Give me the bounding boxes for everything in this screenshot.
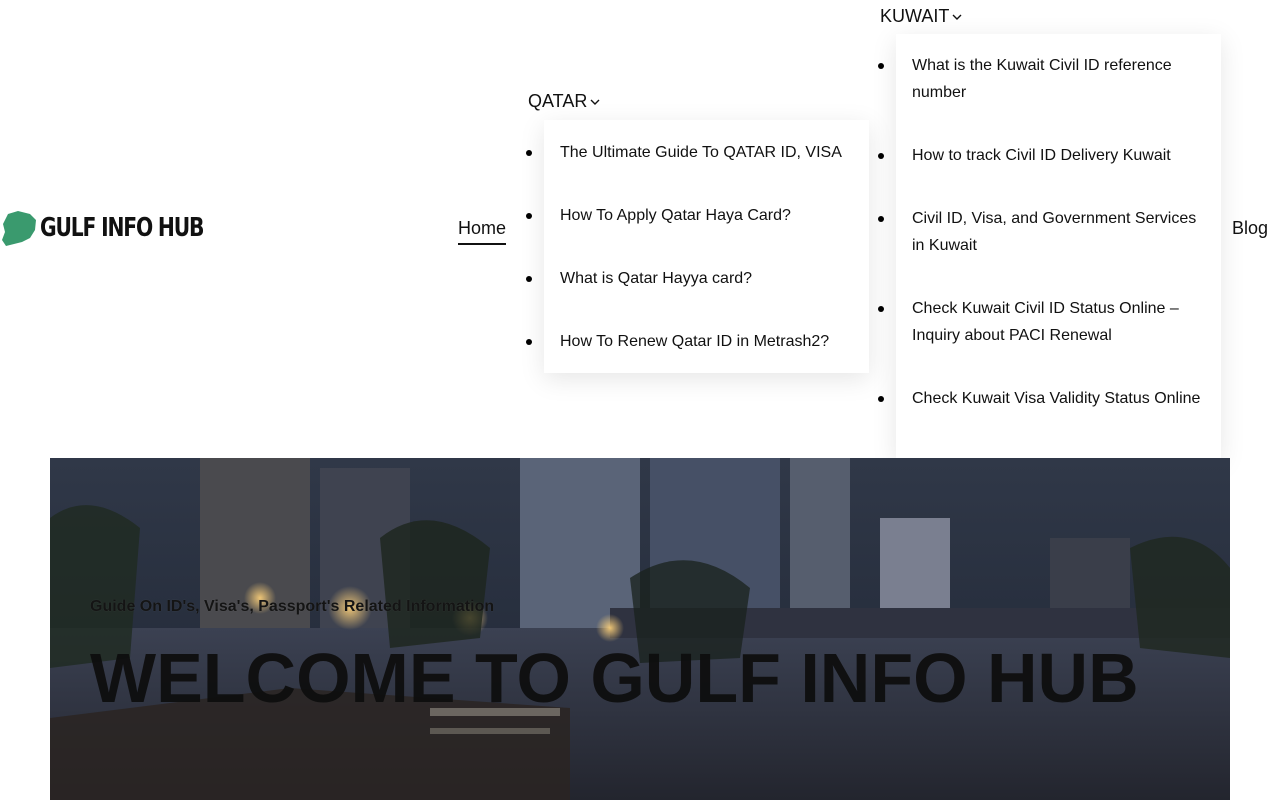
- hero-banner: Guide On ID's, Visa's, Passport's Relate…: [50, 458, 1230, 800]
- kuwait-menu-item[interactable]: Check Kuwait Visa Validity Status Online: [878, 385, 1221, 412]
- bullet: [526, 276, 532, 282]
- qatar-menu-item[interactable]: The Ultimate Guide To QATAR ID, VISA: [526, 139, 869, 202]
- qatar-menu-item-label: How To Renew Qatar ID in Metrash2?: [560, 333, 830, 350]
- kuwait-menu-item[interactable]: Civil ID, Visa, and Government Services …: [878, 205, 1221, 259]
- kuwait-menu-item[interactable]: How to track Civil ID Delivery Kuwait: [878, 142, 1221, 169]
- nav-kuwait-label: KUWAIT: [880, 6, 950, 26]
- bullet: [878, 153, 884, 159]
- hero-subtitle: Guide On ID's, Visa's, Passport's Relate…: [90, 598, 495, 615]
- kuwait-dropdown: What is the Kuwait Civil ID reference nu…: [878, 34, 1221, 458]
- site-name: GULF INFO HUB: [40, 213, 204, 243]
- hero-background-image: [50, 458, 1230, 800]
- kuwait-menu-item-label: Check Kuwait Civil ID Status Online – In…: [912, 300, 1179, 344]
- nav-qatar[interactable]: QATAR: [528, 91, 600, 112]
- site-logo[interactable]: GULF INFO HUB: [0, 208, 249, 248]
- chevron-down-icon: [590, 99, 600, 105]
- nav-home[interactable]: Home: [458, 218, 507, 245]
- qatar-menu-item[interactable]: How To Renew Qatar ID in Metrash2?: [526, 328, 869, 391]
- hero-title: WELCOME TO GULF INFO HUB: [90, 639, 1139, 717]
- kuwait-menu-item-label: What is the Kuwait Civil ID reference nu…: [912, 57, 1172, 101]
- bullet: [878, 306, 884, 312]
- qatar-menu-item-label: What is Qatar Hayya card?: [560, 270, 753, 287]
- kuwait-menu-item-label: Check Kuwait Visa Validity Status Online: [912, 390, 1201, 407]
- nav-qatar-label: QATAR: [528, 91, 588, 111]
- bullet: [526, 213, 532, 219]
- qatar-menu-item[interactable]: What is Qatar Hayya card?: [526, 265, 869, 328]
- bullet: [526, 339, 532, 345]
- nav-blog[interactable]: Blog: [1232, 218, 1268, 239]
- bullet: [878, 216, 884, 222]
- qatar-menu-item-label: How To Apply Qatar Haya Card?: [560, 207, 791, 224]
- qatar-menu-item-label: The Ultimate Guide To QATAR ID, VISA: [560, 144, 842, 161]
- chevron-down-icon: [952, 14, 962, 20]
- bullet: [878, 63, 884, 69]
- map-shape-icon: [2, 211, 36, 246]
- kuwait-menu-item-label: How to track Civil ID Delivery Kuwait: [912, 147, 1171, 164]
- bullet: [878, 396, 884, 402]
- kuwait-menu-item-label: Civil ID, Visa, and Government Services …: [912, 210, 1197, 254]
- kuwait-menu-item[interactable]: What is the Kuwait Civil ID reference nu…: [878, 52, 1221, 106]
- qatar-dropdown: The Ultimate Guide To QATAR ID, VISA How…: [526, 120, 869, 373]
- nav-kuwait[interactable]: KUWAIT: [880, 6, 962, 27]
- kuwait-menu-item[interactable]: Check Kuwait Civil ID Status Online – In…: [878, 295, 1221, 349]
- bullet: [526, 150, 532, 156]
- qatar-menu-item[interactable]: How To Apply Qatar Haya Card?: [526, 202, 869, 265]
